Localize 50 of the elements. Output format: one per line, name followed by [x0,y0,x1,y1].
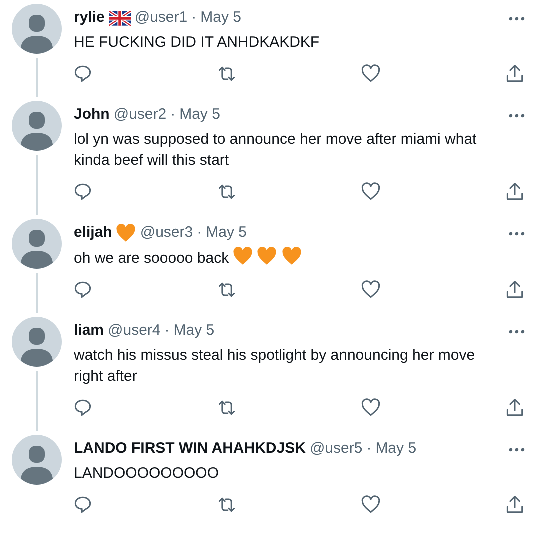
reply-icon[interactable] [72,494,94,516]
user-name[interactable]: LANDO FIRST WIN AHAHKDJSK [74,439,306,459]
flag-icon [108,10,131,26]
tweet-text: oh we are sooooo back [74,250,230,267]
heart-icon [116,224,136,242]
user-handle: @user4 [108,321,161,341]
separator: · [366,439,372,459]
user-handle: @user5 [310,439,363,459]
avatar[interactable] [12,435,62,485]
like-icon[interactable] [360,279,382,301]
user-name[interactable]: John [74,105,110,125]
tweet-text: watch his missus steal his spotlight by announcing her move right after [74,347,476,385]
tweet-date: May 5 [174,321,215,341]
tweet-text: HE FUCKING DID IT ANHDKAKDKF [74,34,320,51]
share-icon[interactable] [504,181,526,203]
tweet-date: May 5 [200,8,242,28]
separator: · [164,321,170,341]
share-icon[interactable] [504,279,526,301]
separator: · [192,8,197,28]
reply-icon[interactable] [72,181,94,203]
share-icon[interactable] [504,494,526,516]
user-handle: @user3 [140,223,194,243]
avatar[interactable] [12,317,62,367]
reply-icon[interactable] [72,397,94,419]
user-name[interactable]: rylie [74,8,105,28]
tweet-date: May 5 [376,439,417,459]
like-icon[interactable] [360,494,382,516]
avatar[interactable] [12,101,62,151]
separator: · [197,223,202,243]
like-icon[interactable] [360,397,382,419]
reply-icon[interactable] [72,63,94,85]
share-icon[interactable] [504,397,526,419]
tweet-date: May 5 [206,223,247,243]
like-icon[interactable] [360,181,382,203]
avatar[interactable] [12,4,62,54]
user-handle: @user2 [114,105,167,125]
tweet-text: lol yn was supposed to announce her move after miami what kinda beef will this start [74,131,477,169]
user-name[interactable]: liam [74,321,104,341]
user-name[interactable]: elijah [74,223,112,243]
heart-icon [233,247,254,266]
user-handle: @user1 [134,8,188,28]
tweet-date: May 5 [180,105,220,125]
heart-icon [257,247,278,266]
share-icon[interactable] [504,63,526,85]
avatar[interactable] [12,219,62,269]
reply-icon[interactable] [72,279,94,301]
separator: · [170,105,176,125]
heart-icon [282,247,302,266]
like-icon[interactable] [360,63,382,85]
tweet-text: LANDOOOOOOOOO [74,465,220,482]
